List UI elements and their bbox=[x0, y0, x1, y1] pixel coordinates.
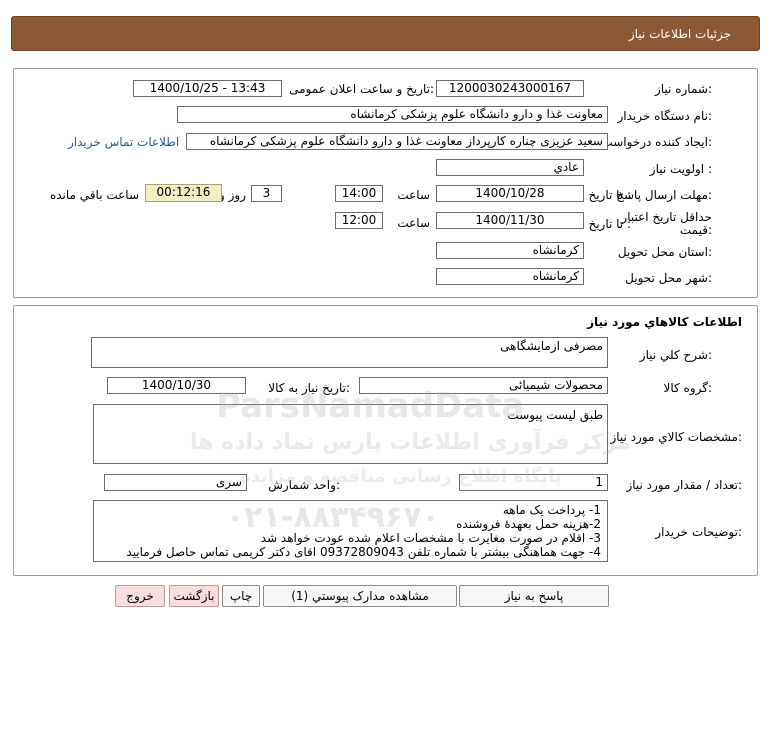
buyer-org-field: معاونت غذا و دارو دانشگاه علوم پزشکی کرم… bbox=[177, 106, 608, 123]
announce-label: تاريخ و ساعت اعلان عمومی: bbox=[289, 82, 434, 96]
validity-time-field: 12:00 bbox=[335, 212, 383, 229]
buyer-contact-link[interactable]: اطلاعات تماس خريدار bbox=[68, 135, 179, 149]
quantity-label: تعداد / مقدار مورد نياز: bbox=[626, 478, 742, 492]
need-date-label: تاريخ نياز به کالا: bbox=[268, 381, 350, 395]
city-label: شهر محل تحويل: bbox=[625, 271, 712, 285]
buyer-notes-label: توضيحات خريدار: bbox=[655, 525, 742, 539]
unit-field: سری bbox=[104, 474, 247, 491]
priority-field: عادي bbox=[436, 159, 584, 176]
need-number-field: 1200030243000167 bbox=[436, 80, 584, 97]
validity-to-date-label: تا تاريخ : bbox=[588, 217, 631, 231]
goods-group-field: محصولات شیمیائی bbox=[359, 377, 608, 394]
buyer-note-line: 3- اقلام در صورت مغایرت با مشخصات اعلام … bbox=[260, 531, 601, 545]
remaining-days-field: 3 bbox=[251, 185, 282, 202]
priority-label: اولويت نياز : bbox=[649, 162, 712, 176]
deadline-date-field: 1400/10/28 bbox=[436, 185, 584, 202]
need-info-panel bbox=[13, 68, 758, 298]
need-number-label: شماره نياز: bbox=[654, 82, 712, 96]
goods-group-label: گروه کالا: bbox=[663, 381, 713, 395]
reply-to-need-button[interactable]: پاسخ به نياز bbox=[459, 585, 609, 607]
print-button[interactable]: چاپ bbox=[222, 585, 260, 607]
buyer-note-line: 1- پرداخت یک ماهه bbox=[502, 503, 601, 517]
exit-button[interactable]: خروج bbox=[115, 585, 165, 607]
remaining-label: ساعت باقي مانده bbox=[49, 188, 139, 202]
back-button[interactable]: بازگشت bbox=[169, 585, 219, 607]
days-label: روز و bbox=[219, 188, 246, 202]
announce-field: 1400/10/25 - 13:43 bbox=[133, 80, 282, 97]
buyer-org-label: نام دستگاه خريدار: bbox=[617, 109, 713, 123]
goods-specs-label: مشخصات کالاي مورد نياز: bbox=[610, 430, 742, 444]
deadline-time-label: ساعت bbox=[397, 188, 430, 202]
goods-section-title: اطلاعات کالاهاي مورد نياز bbox=[587, 315, 742, 329]
validity-date-field: 1400/11/30 bbox=[436, 212, 584, 229]
city-field: کرمانشاه bbox=[436, 268, 584, 285]
view-attachments-button[interactable]: مشاهده مدارک پيوستي (1) bbox=[263, 585, 457, 607]
validity-label-line2: قيمت: bbox=[679, 223, 712, 237]
validity-label-line1: حداقل تاريخ اعتبار bbox=[621, 210, 712, 224]
unit-label: واحد شمارش: bbox=[268, 478, 340, 492]
creator-label: ايجاد کننده درخواست: bbox=[601, 135, 712, 149]
general-desc-field: مصرفی ازمایشگاهی bbox=[91, 337, 608, 368]
quantity-field: 1 bbox=[459, 474, 608, 491]
page-header: جزئيات اطلاعات نياز bbox=[11, 16, 760, 51]
buyer-notes-field: 1- پرداخت یک ماهه 2-هزینه حمل بعهدۀ فروش… bbox=[93, 500, 608, 562]
deadline-time-field: 14:00 bbox=[335, 185, 383, 202]
buyer-note-line: 2-هزینه حمل بعهدۀ فروشنده bbox=[456, 517, 601, 531]
remaining-timer: 00:12:16 bbox=[145, 184, 222, 202]
page-title: جزئيات اطلاعات نياز bbox=[628, 27, 731, 41]
need-date-field: 1400/10/30 bbox=[107, 377, 246, 394]
validity-time-label: ساعت bbox=[397, 216, 430, 230]
deadline-to-date-label: تا تاريخ : bbox=[588, 188, 631, 202]
province-label: استان محل تحويل: bbox=[617, 245, 712, 259]
province-field: کرمانشاه bbox=[436, 242, 584, 259]
buyer-note-line: 4- جهت هماهنگی بیشتر با شماره تلفن 09372… bbox=[126, 545, 601, 559]
general-desc-label: شرح کلي نياز: bbox=[639, 348, 712, 362]
goods-specs-field: طبق لیست پیوست bbox=[93, 404, 608, 464]
creator-field: سعيد عزيزی چناره کارپرداز معاونت غذا و د… bbox=[186, 133, 608, 150]
